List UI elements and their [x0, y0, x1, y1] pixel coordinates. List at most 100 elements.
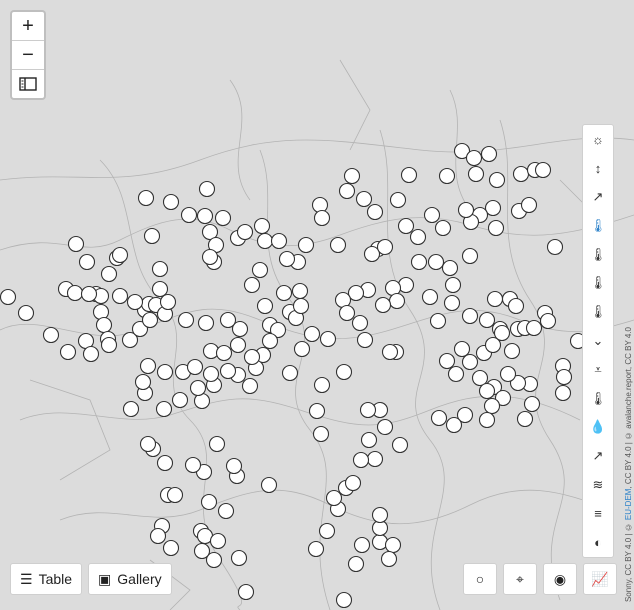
station-marker[interactable]: [162, 193, 180, 211]
thermometer-sun-button[interactable]: 🌡: [583, 298, 613, 327]
wind-button[interactable]: ≋: [583, 471, 613, 500]
station-marker[interactable]: [325, 489, 343, 507]
station-marker[interactable]: [139, 435, 157, 453]
station-marker[interactable]: [155, 400, 173, 418]
station-marker[interactable]: [126, 293, 144, 311]
station-marker[interactable]: [111, 287, 129, 305]
station-marker[interactable]: [111, 246, 129, 264]
station-marker[interactable]: [307, 540, 325, 558]
station-marker[interactable]: [229, 336, 247, 354]
table-button[interactable]: ☰ Table: [10, 563, 83, 595]
station-marker[interactable]: [275, 284, 293, 302]
station-marker[interactable]: [219, 311, 237, 329]
station-marker[interactable]: [457, 201, 475, 219]
station-marker[interactable]: [555, 368, 573, 386]
station-marker[interactable]: [493, 324, 511, 342]
station-marker[interactable]: [421, 288, 439, 306]
station-marker[interactable]: [241, 377, 259, 395]
station-marker[interactable]: [151, 280, 169, 298]
station-marker[interactable]: [374, 296, 392, 314]
weather-button[interactable]: ☼: [583, 125, 613, 154]
station-marker[interactable]: [197, 314, 215, 332]
station-marker[interactable]: [397, 276, 415, 294]
surface-temp-button[interactable]: 🌡: [583, 384, 613, 413]
station-marker[interactable]: [371, 533, 389, 551]
station-marker[interactable]: [159, 293, 177, 311]
station-marker[interactable]: [92, 303, 110, 321]
station-marker[interactable]: [177, 311, 195, 329]
station-marker[interactable]: [461, 247, 479, 265]
station-marker[interactable]: [441, 259, 459, 277]
station-marker[interactable]: [297, 236, 315, 254]
station-marker[interactable]: [480, 145, 498, 163]
station-marker[interactable]: [171, 391, 189, 409]
station-marker[interactable]: [478, 311, 496, 329]
station-marker[interactable]: [156, 363, 174, 381]
gallery-button[interactable]: ▣ Gallery: [88, 563, 172, 595]
station-marker[interactable]: [253, 217, 271, 235]
station-marker[interactable]: [389, 191, 407, 209]
station-marker[interactable]: [467, 165, 485, 183]
station-marker[interactable]: [0, 288, 17, 306]
station-marker[interactable]: [338, 182, 356, 200]
station-marker[interactable]: [380, 550, 398, 568]
station-marker[interactable]: [59, 343, 77, 361]
chevron-down-line-button[interactable]: ⩡: [583, 355, 613, 384]
station-marker[interactable]: [225, 457, 243, 475]
station-marker[interactable]: [270, 232, 288, 250]
station-marker[interactable]: [353, 536, 371, 554]
station-marker[interactable]: [217, 502, 235, 520]
station-marker[interactable]: [534, 161, 552, 179]
station-marker[interactable]: [278, 250, 296, 268]
station-marker[interactable]: [319, 330, 337, 348]
station-marker[interactable]: [237, 583, 255, 601]
station-marker[interactable]: [67, 235, 85, 253]
station-marker[interactable]: [335, 591, 353, 609]
station-marker[interactable]: [351, 314, 369, 332]
station-marker[interactable]: [427, 253, 445, 271]
station-marker[interactable]: [410, 253, 428, 271]
station-marker[interactable]: [66, 284, 84, 302]
station-marker[interactable]: [141, 311, 159, 329]
station-marker[interactable]: [230, 549, 248, 567]
station-marker[interactable]: [352, 451, 370, 469]
visibility-button[interactable]: ◉: [543, 563, 577, 595]
station-marker[interactable]: [465, 149, 483, 167]
station-marker[interactable]: [312, 425, 330, 443]
map-canvas[interactable]: [0, 0, 634, 610]
station-marker[interactable]: [366, 203, 384, 221]
station-marker[interactable]: [256, 297, 274, 315]
station-marker[interactable]: [376, 418, 394, 436]
station-marker[interactable]: [447, 365, 465, 383]
station-marker[interactable]: [17, 304, 35, 322]
station-marker[interactable]: [486, 290, 504, 308]
station-marker[interactable]: [507, 297, 525, 315]
station-marker[interactable]: [100, 265, 118, 283]
station-marker[interactable]: [434, 219, 452, 237]
station-marker[interactable]: [198, 180, 216, 198]
station-marker[interactable]: [209, 532, 227, 550]
station-marker[interactable]: [554, 384, 572, 402]
station-marker[interactable]: [214, 209, 232, 227]
station-marker[interactable]: [376, 238, 394, 256]
station-marker[interactable]: [478, 382, 496, 400]
station-marker[interactable]: [391, 436, 409, 454]
station-marker[interactable]: [313, 209, 331, 227]
station-marker[interactable]: [546, 238, 564, 256]
station-marker[interactable]: [487, 219, 505, 237]
station-marker[interactable]: [409, 228, 427, 246]
station-marker[interactable]: [525, 319, 543, 337]
station-marker[interactable]: [134, 373, 152, 391]
chevron-down-button[interactable]: ⌄: [583, 327, 613, 356]
zoom-out-button[interactable]: −: [12, 41, 44, 70]
station-marker[interactable]: [443, 294, 461, 312]
station-marker[interactable]: [329, 236, 347, 254]
station-marker[interactable]: [80, 285, 98, 303]
station-marker[interactable]: [397, 217, 415, 235]
station-marker[interactable]: [100, 336, 118, 354]
station-marker[interactable]: [438, 352, 456, 370]
station-marker[interactable]: [95, 316, 113, 334]
station-marker[interactable]: [261, 332, 279, 350]
station-marker[interactable]: [162, 539, 180, 557]
station-marker[interactable]: [139, 357, 157, 375]
